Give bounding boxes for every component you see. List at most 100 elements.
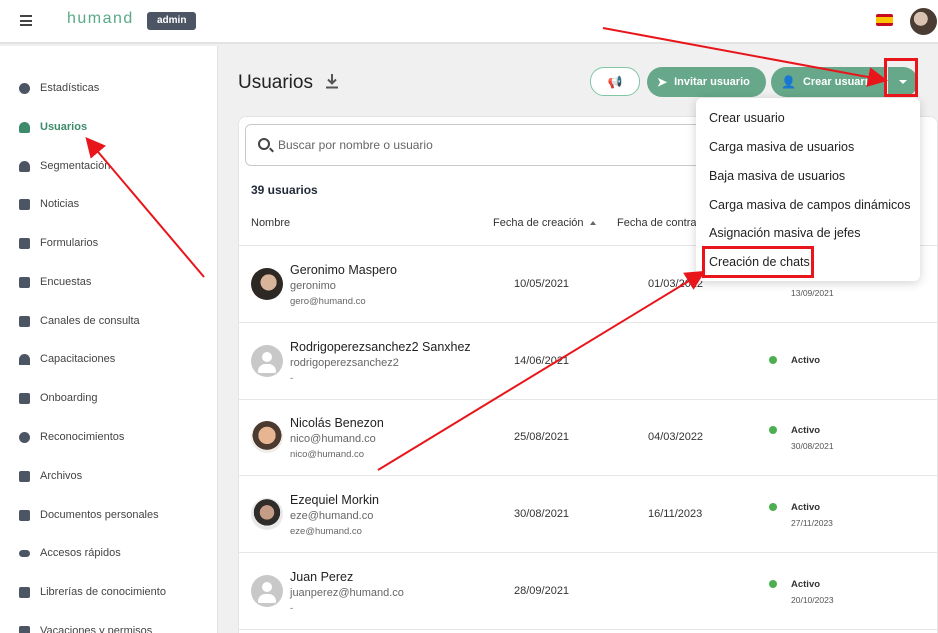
chat-icon	[17, 314, 32, 329]
sidebar-item-reconocimientos[interactable]: Reconocimientos	[17, 427, 124, 447]
sort-ascending-icon	[589, 221, 596, 226]
sidebar-item-documentos[interactable]: Documentos personales	[17, 505, 159, 525]
sidebar-item-label: Segmentación	[40, 160, 111, 172]
top-bar: humand admin	[0, 0, 938, 44]
user-count: 39 usuarios	[251, 183, 318, 197]
status-dot	[769, 426, 777, 434]
table-row-divider	[238, 322, 938, 323]
user-email: -	[290, 373, 294, 384]
form-icon	[17, 236, 32, 251]
admin-badge: admin	[147, 12, 197, 30]
pie-chart-icon	[17, 81, 32, 96]
status-date: 27/11/2023	[791, 518, 833, 528]
sidebar-item-segmentacion[interactable]: Segmentación	[17, 156, 110, 176]
status-dot	[769, 580, 777, 588]
sidebar-item-onboarding[interactable]: Onboarding	[17, 388, 98, 408]
book-icon	[17, 585, 32, 600]
create-user-button[interactable]: 👤 Crear usuario	[771, 67, 886, 97]
created-date: 30/08/2021	[514, 508, 570, 520]
create-user-label: Crear usuario	[802, 76, 875, 88]
contract-date: 16/11/2023	[648, 508, 703, 520]
sidebar-item-estadisticas[interactable]: Estadísticas	[17, 78, 99, 98]
column-header-nombre[interactable]: Nombre	[251, 217, 290, 229]
created-date: 25/08/2021	[514, 431, 570, 443]
download-icon[interactable]	[325, 72, 339, 90]
user-username: nico@humand.co	[290, 433, 376, 445]
user-email: -	[290, 603, 294, 614]
checklist-icon	[17, 391, 32, 406]
sidebar-item-label: Formularios	[40, 237, 99, 249]
menu-item-asignacion-jefes[interactable]: Asignación masiva de jefes	[709, 226, 860, 240]
link-icon	[17, 546, 32, 561]
highlight-box-creacion-chats	[702, 246, 814, 278]
created-date: 10/05/2021	[514, 278, 570, 290]
document-icon	[17, 508, 32, 523]
sidebar-item-label: Usuarios	[40, 121, 88, 133]
user-name[interactable]: Rodrigoperezsanchez2 Sanxhez	[290, 340, 471, 354]
sidebar-item-noticias[interactable]: Noticias	[17, 194, 79, 214]
sidebar-item-label: Accesos rápidos	[40, 547, 121, 559]
sidebar-item-label: Canales de consulta	[40, 315, 140, 327]
user-username: rodrigoperezsanchez2	[290, 357, 399, 369]
user-email: nico@humand.co	[290, 449, 365, 460]
graduation-cap-icon	[17, 352, 32, 367]
column-header-label: Fecha de creación	[493, 217, 584, 229]
sidebar-item-usuarios[interactable]: Usuarios	[17, 117, 87, 137]
badge-icon	[17, 430, 32, 445]
menu-item-carga-masiva-usuarios[interactable]: Carga masiva de usuarios	[709, 140, 854, 154]
contract-date: 01/03/2022	[648, 278, 704, 290]
sidebar-item-label: Reconocimientos	[40, 431, 125, 443]
sidebar-item-label: Encuestas	[40, 276, 92, 288]
sidebar-item-librerias[interactable]: Librerías de conocimiento	[17, 582, 166, 602]
sidebar-item-vacaciones[interactable]: Vacaciones y permisos	[17, 621, 152, 633]
status-label: Activo	[791, 579, 821, 590]
sidebar-item-archivos[interactable]: Archivos	[17, 466, 82, 486]
user-username: eze@humand.co	[290, 510, 374, 522]
user-name[interactable]: Geronimo Maspero	[290, 263, 397, 277]
menu-item-carga-masiva-campos[interactable]: Carga masiva de campos dinámicos	[709, 198, 910, 212]
calendar-icon	[17, 624, 32, 633]
user-name[interactable]: Nicolás Benezon	[290, 416, 384, 430]
menu-icon[interactable]	[20, 15, 32, 26]
user-avatar[interactable]	[910, 8, 937, 35]
avatar	[251, 421, 283, 453]
avatar	[251, 268, 283, 300]
menu-item-crear-usuario[interactable]: Crear usuario	[709, 111, 785, 125]
news-icon	[17, 197, 32, 212]
table-row-divider	[238, 475, 938, 476]
sidebar-item-label: Documentos personales	[40, 509, 159, 521]
sidebar-item-label: Onboarding	[40, 392, 98, 404]
sidebar-item-canales[interactable]: Canales de consulta	[17, 311, 140, 331]
status-dot	[769, 356, 777, 364]
user-name[interactable]: Ezequiel Morkin	[290, 493, 379, 507]
contract-date: 04/03/2022	[648, 431, 704, 443]
column-header-fecha-creacion[interactable]: Fecha de creación	[493, 217, 596, 229]
invite-user-label: Invitar usuario	[674, 76, 750, 88]
table-row-divider	[238, 629, 938, 630]
sidebar-item-accesos[interactable]: Accesos rápidos	[17, 543, 121, 563]
avatar	[251, 498, 283, 530]
user-username: geronimo	[290, 280, 336, 292]
spain-flag-icon[interactable]	[876, 14, 893, 26]
table-row-divider	[238, 552, 938, 553]
sidebar-item-label: Librerías de conocimiento	[40, 586, 166, 598]
search-input[interactable]	[278, 135, 698, 155]
user-username: juanperez@humand.co	[290, 587, 404, 599]
person-icon	[17, 120, 32, 135]
sidebar-item-capacitaciones[interactable]: Capacitaciones	[17, 349, 115, 369]
sidebar-item-formularios[interactable]: Formularios	[17, 233, 98, 253]
sidebar-item-encuestas[interactable]: Encuestas	[17, 272, 91, 292]
column-header-fecha-contrato[interactable]: Fecha de contra	[617, 217, 697, 229]
announce-button[interactable]: 📢	[590, 67, 640, 96]
folder-icon	[17, 469, 32, 484]
user-name[interactable]: Juan Perez	[290, 570, 353, 584]
logo[interactable]: humand	[67, 10, 134, 28]
search-icon	[258, 138, 270, 150]
highlight-box-dropdown-toggle	[884, 58, 918, 97]
bar-chart-icon	[17, 275, 32, 290]
menu-item-baja-masiva-usuarios[interactable]: Baja masiva de usuarios	[709, 169, 845, 183]
created-date: 28/09/2021	[514, 585, 570, 597]
invite-user-button[interactable]: ➤ Invitar usuario	[647, 67, 766, 97]
search-box[interactable]	[245, 124, 715, 166]
sidebar-item-label: Estadísticas	[40, 82, 100, 94]
